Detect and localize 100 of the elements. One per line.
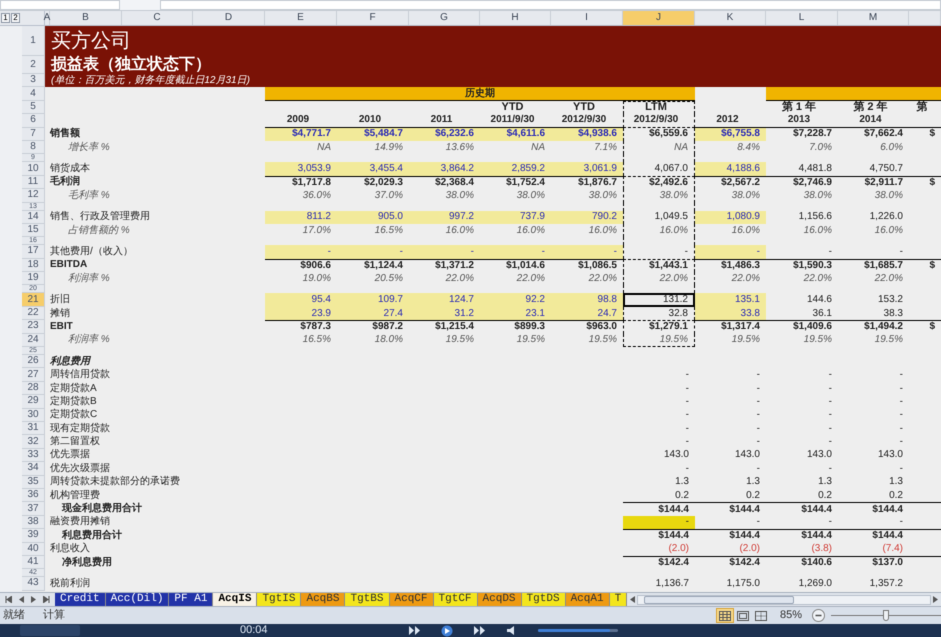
column-header[interactable]: A: [45, 11, 50, 25]
outline-level-button[interactable]: 2: [11, 13, 20, 23]
row-header[interactable]: 15: [22, 224, 45, 238]
table-cell-text: -: [756, 462, 761, 476]
table-cell: 31.2: [409, 306, 480, 320]
table-cell: 98.8: [551, 293, 623, 307]
table-cell-text: 22.0%: [444, 272, 475, 286]
row-header[interactable]: 35: [22, 476, 45, 489]
row-header[interactable]: 5: [22, 100, 45, 114]
sheet-tab[interactable]: Credit: [55, 593, 106, 606]
play-icon[interactable]: [440, 624, 453, 636]
row-header[interactable]: 7: [22, 128, 45, 141]
zoom-out-icon[interactable]: [812, 609, 825, 622]
table-cell-text: 22.0%: [874, 272, 904, 286]
column-heading: YTD: [572, 100, 596, 114]
next-sheet-icon[interactable]: [30, 596, 36, 603]
column-header[interactable]: C: [122, 11, 193, 25]
table-cell[interactable]: 131.2: [623, 293, 695, 307]
previous-sheet-icon[interactable]: [19, 596, 24, 603]
row-header[interactable]: 11: [22, 176, 45, 190]
row-header[interactable]: 14: [22, 210, 45, 224]
table-cell: 3,455.4: [337, 162, 409, 176]
row-header[interactable]: 6: [22, 114, 45, 128]
row-header[interactable]: 37: [22, 502, 45, 516]
row-header[interactable]: 40: [22, 542, 45, 556]
row-header[interactable]: 34: [22, 462, 45, 476]
row-header[interactable]: 32: [22, 435, 45, 449]
column-header[interactable]: F: [337, 11, 409, 25]
table-cell-text: 36.0%: [302, 189, 332, 203]
sheet-tab[interactable]: AcqDS: [478, 593, 522, 606]
table-cell-text: 16.0%: [444, 224, 475, 238]
row-label: 销售额: [50, 129, 80, 140]
sheet-tab[interactable]: TgtCF: [434, 593, 478, 606]
row-header[interactable]: 41: [22, 556, 45, 570]
row-header[interactable]: 22: [22, 306, 45, 320]
column-header[interactable]: H: [480, 11, 551, 25]
column-header[interactable]: K: [695, 11, 766, 25]
table-cell: 2,859.2: [480, 162, 551, 176]
table-cell-text: 1.3: [888, 476, 904, 489]
row-header[interactable]: 4: [22, 87, 45, 101]
formula-field[interactable]: [160, 0, 941, 10]
column-header[interactable]: J: [623, 11, 695, 25]
sheet-tab[interactable]: PF A1: [169, 593, 214, 606]
column-header[interactable]: E: [265, 11, 337, 25]
row-header[interactable]: 24: [22, 334, 45, 348]
row-header[interactable]: 3: [22, 74, 45, 88]
row-header[interactable]: 30: [22, 408, 45, 422]
row-header[interactable]: 10: [22, 162, 45, 176]
row-header[interactable]: 26: [22, 355, 45, 368]
scrollbar-thumb[interactable]: [644, 596, 794, 604]
zoom-slider-thumb[interactable]: [883, 610, 889, 621]
last-sheet-icon[interactable]: [42, 596, 50, 603]
column-header[interactable]: G: [409, 11, 480, 25]
row-header[interactable]: 2: [22, 56, 45, 74]
row-header[interactable]: 12: [22, 189, 45, 203]
row-header[interactable]: 36: [22, 488, 45, 502]
row-label: 税前利润: [50, 578, 90, 589]
column-header[interactable]: D: [193, 11, 265, 25]
sheet-tab[interactable]: AcqA1: [566, 593, 610, 606]
row-header[interactable]: 8: [22, 140, 45, 154]
row-header[interactable]: 33: [22, 448, 45, 462]
row-header[interactable]: 18: [22, 258, 45, 272]
outline-level-button[interactable]: 1: [1, 13, 10, 23]
row-header[interactable]: 38: [22, 516, 45, 530]
row-header[interactable]: 17: [22, 245, 45, 259]
sheet-tab[interactable]: Acc(Dil): [106, 593, 170, 606]
column-heading: 2013: [766, 114, 838, 128]
horizontal-scrollbar[interactable]: [637, 594, 931, 604]
table-cell-text: (3.8): [810, 542, 833, 556]
sheet-tab[interactable]: TgtBS: [345, 593, 390, 606]
sheet-tab[interactable]: AcqCF: [390, 593, 434, 606]
row-label: 现有定期贷款: [50, 424, 110, 434]
row-header[interactable]: 39: [22, 529, 45, 542]
column-header[interactable]: B: [50, 11, 122, 25]
row-header[interactable]: 43: [22, 577, 45, 591]
table-cell-text: -: [828, 368, 833, 382]
row-header[interactable]: 29: [22, 395, 45, 409]
scroll-right-icon[interactable]: [933, 596, 938, 603]
first-sheet-icon[interactable]: [5, 596, 12, 603]
column-header[interactable]: L: [766, 11, 838, 25]
sheet-tab[interactable]: TgtIS: [257, 593, 302, 606]
row-header[interactable]: 27: [22, 368, 45, 382]
column-header[interactable]: M: [838, 11, 909, 25]
sheet-tab[interactable]: AcqIS: [213, 593, 258, 606]
table-cell-text: -: [898, 382, 904, 396]
row-header[interactable]: 23: [22, 320, 45, 334]
row-label: 融资费用摊销: [50, 517, 110, 528]
sheet-tab[interactable]: TgtDS: [522, 593, 566, 606]
row-header[interactable]: 19: [22, 272, 45, 286]
table-cell: $144.4: [695, 529, 766, 542]
row-header[interactable]: 1: [22, 26, 45, 56]
sheet-tab[interactable]: AcqBS: [301, 593, 346, 606]
table-cell-text: -: [828, 422, 833, 436]
row-header[interactable]: 21: [22, 293, 45, 307]
row-header[interactable]: 31: [22, 422, 45, 436]
normal-view-button[interactable]: [716, 608, 734, 623]
table-cell-text: -: [898, 435, 904, 449]
row-label: 销售、行政及管理费用: [50, 212, 150, 222]
row-header[interactable]: 28: [22, 382, 45, 396]
sheet-tab[interactable]: T: [610, 593, 628, 606]
